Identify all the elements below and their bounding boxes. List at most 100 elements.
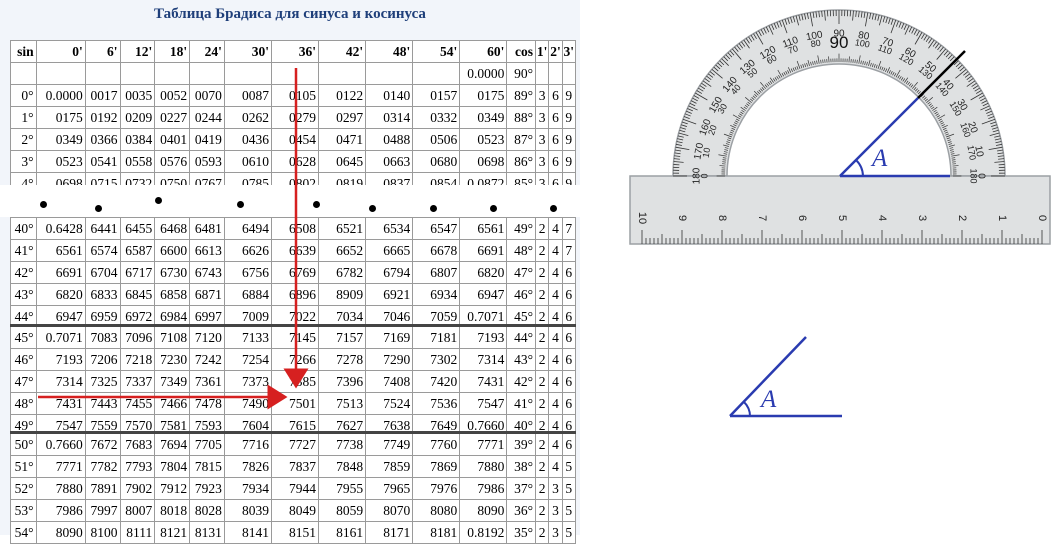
value-cell: 8028 [190, 500, 225, 522]
correction-cell: 5 [562, 456, 575, 478]
value-cell: 0209 [120, 107, 155, 129]
correction-cell: 9 [562, 129, 575, 151]
value-cell: 7385 [271, 371, 318, 393]
row-angle-label: 48° [11, 393, 37, 415]
ruler-number: 5 [836, 215, 848, 221]
row-angle-label: 42° [11, 262, 37, 284]
value-cell: 0593 [190, 151, 225, 173]
value-cell: 7547 [460, 393, 507, 415]
value-cell: 6807 [413, 262, 460, 284]
value-cell: 0070 [190, 85, 225, 107]
value-cell: 7986 [460, 478, 507, 500]
value-cell: 8090 [36, 522, 85, 544]
value-cell: 7782 [85, 456, 120, 478]
correction-cell: 2 [536, 349, 549, 371]
ruler-number: 9 [676, 215, 688, 221]
row-angle-label: 3° [11, 151, 37, 173]
correction-cell: 2 [536, 393, 549, 415]
lower-angle-label: A [759, 386, 777, 413]
value-cell: 0558 [120, 151, 155, 173]
value-cell: 7420 [413, 371, 460, 393]
correction-cell: 6 [549, 107, 562, 129]
value-cell: 0297 [319, 107, 366, 129]
value-cell: 6717 [120, 262, 155, 284]
ellipsis-dot [550, 205, 557, 212]
value-cell: 7524 [366, 393, 413, 415]
value-cell: 7976 [413, 478, 460, 500]
correction-cell: 4 [549, 433, 562, 456]
ellipsis-dot [490, 205, 497, 212]
value-cell: 7694 [155, 433, 190, 456]
value-cell: 7266 [271, 349, 318, 371]
value-cell: 6665 [366, 240, 413, 262]
correction-cell: 3 [536, 107, 549, 129]
inner-degree-tick [723, 160, 727, 161]
correction-cell: 2 [536, 218, 549, 240]
row-cos-angle: 89° [507, 85, 536, 107]
value-cell: 7513 [319, 393, 366, 415]
protractor: 0102030405060708090100110120130140150160… [630, 10, 1050, 416]
row-angle-label: 52° [11, 478, 37, 500]
value-cell: 6494 [224, 218, 271, 240]
value-cell: 7302 [413, 349, 460, 371]
correction-cell: 4 [549, 393, 562, 415]
row-angle-label: 2° [11, 129, 37, 151]
value-cell: 0401 [155, 129, 190, 151]
value-cell: 6896 [271, 284, 318, 306]
correction-cell: 2 [536, 500, 549, 522]
inner-degree-number: 80 [810, 38, 822, 50]
value-cell: 7716 [224, 433, 271, 456]
value-cell: 8018 [155, 500, 190, 522]
row-angle-label: 54° [11, 522, 37, 544]
correction-cell: 9 [562, 107, 575, 129]
table-gap-ellipsis [0, 185, 580, 217]
value-cell: 0227 [155, 107, 190, 129]
correction-cell [549, 63, 562, 85]
value-cell: 8090 [460, 500, 507, 522]
row-cos-angle: 90° [507, 63, 536, 85]
value-cell: 7314 [460, 349, 507, 371]
value-cell: 24' [190, 41, 225, 63]
table-header-row: sin0'6'12'18'24'30'36'42'48'54'60'cos1'2… [11, 41, 576, 63]
correction-cell: 6 [562, 371, 575, 393]
value-cell: 7804 [155, 456, 190, 478]
value-cell: 7912 [155, 478, 190, 500]
correction-cell: 2 [536, 262, 549, 284]
value-cell: 8151 [271, 522, 318, 544]
value-cell: 7478 [190, 393, 225, 415]
row-angle-label: 45° [11, 326, 37, 349]
value-cell: 6871 [190, 284, 225, 306]
value-cell: 6756 [224, 262, 271, 284]
value-cell: 0244 [190, 107, 225, 129]
inner-degree-number: 180 [969, 168, 979, 183]
ellipsis-dot [237, 201, 244, 208]
correction-cell: 7 [562, 240, 575, 262]
table-row: 40°0.64286441645564686481649465086521653… [11, 218, 576, 240]
value-cell: 6521 [319, 218, 366, 240]
value-cell: 8131 [190, 522, 225, 544]
ellipsis-dot [95, 205, 102, 212]
value-cell: 0087 [224, 85, 271, 107]
value-cell: 0523 [36, 151, 85, 173]
value-cell: 0157 [413, 85, 460, 107]
value-cell: 8039 [224, 500, 271, 522]
protractor-illustration: 0102030405060708090100110120130140150160… [620, 0, 1053, 535]
correction-cell: 6 [562, 262, 575, 284]
value-cell: 0035 [120, 85, 155, 107]
value-cell: 6613 [190, 240, 225, 262]
value-cell [155, 63, 190, 85]
value-cell: 0680 [413, 151, 460, 173]
value-cell: 7880 [460, 456, 507, 478]
correction-cell: 4 [549, 326, 562, 349]
value-cell: 7278 [319, 349, 366, 371]
correction-cell: 5 [562, 522, 575, 544]
row-cos-angle: 35° [507, 522, 536, 544]
value-cell: 0105 [271, 85, 318, 107]
inner-degree-tick [823, 60, 824, 64]
row-cos-angle: 42° [507, 371, 536, 393]
correction-cell: 7 [562, 218, 575, 240]
correction-cell: 4 [549, 262, 562, 284]
value-cell: 6947 [460, 284, 507, 306]
row-angle-label: 46° [11, 349, 37, 371]
value-cell: 6820 [36, 284, 85, 306]
